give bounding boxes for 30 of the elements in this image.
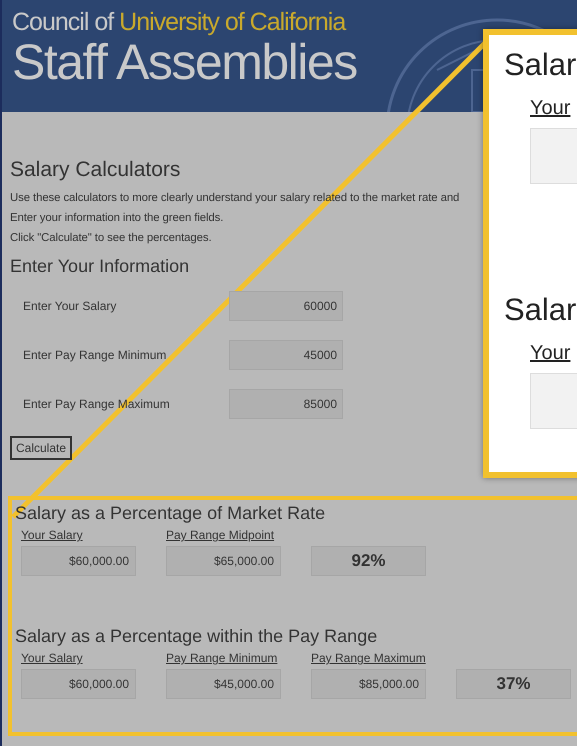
- result-link[interactable]: Pay Range Minimum: [166, 651, 281, 665]
- callout-heading: Salar: [504, 292, 576, 328]
- calculate-button[interactable]: Calculate: [10, 436, 72, 460]
- input-field[interactable]: 85000: [229, 388, 343, 418]
- result-field: $60,000.00: [21, 546, 136, 576]
- callout-link[interactable]: Your: [530, 97, 570, 120]
- result-field: $85,000.00: [311, 669, 426, 699]
- percentage-result: 92%: [311, 546, 426, 576]
- site-title: Staff Assemblies: [12, 37, 357, 87]
- site-subtitle: Council of: [12, 8, 114, 37]
- callout-link[interactable]: Your: [530, 342, 570, 365]
- result-field: $60,000.00: [21, 669, 136, 699]
- percentage-result: 37%: [456, 669, 571, 699]
- result-link[interactable]: Pay Range Midpoint: [166, 528, 281, 542]
- result-field: $45,000.00: [166, 669, 281, 699]
- university-name: University of California: [119, 8, 346, 37]
- field-label: Enter Your Salary: [23, 298, 118, 312]
- callout-heading: Salar: [504, 47, 576, 83]
- instruction-text: Enter your information into the green fields.: [10, 211, 224, 226]
- section-heading: Enter Your Information: [10, 256, 190, 277]
- page-title: Salary Calculators: [10, 158, 182, 182]
- result-link[interactable]: Your Salary: [21, 651, 136, 665]
- instruction-text: Click "Calculate" to see the percentages.: [10, 231, 213, 246]
- result-link[interactable]: Your Salary: [21, 528, 136, 542]
- result-link[interactable]: Pay Range Maximum: [311, 651, 426, 665]
- result-heading: Salary as a Percentage within the Pay Range: [15, 626, 378, 647]
- result-field: $65,000.00: [166, 546, 281, 576]
- input-field[interactable]: 60000: [229, 290, 343, 320]
- field-label: Enter Pay Range Minimum: [23, 348, 168, 362]
- input-field[interactable]: 45000: [229, 340, 343, 370]
